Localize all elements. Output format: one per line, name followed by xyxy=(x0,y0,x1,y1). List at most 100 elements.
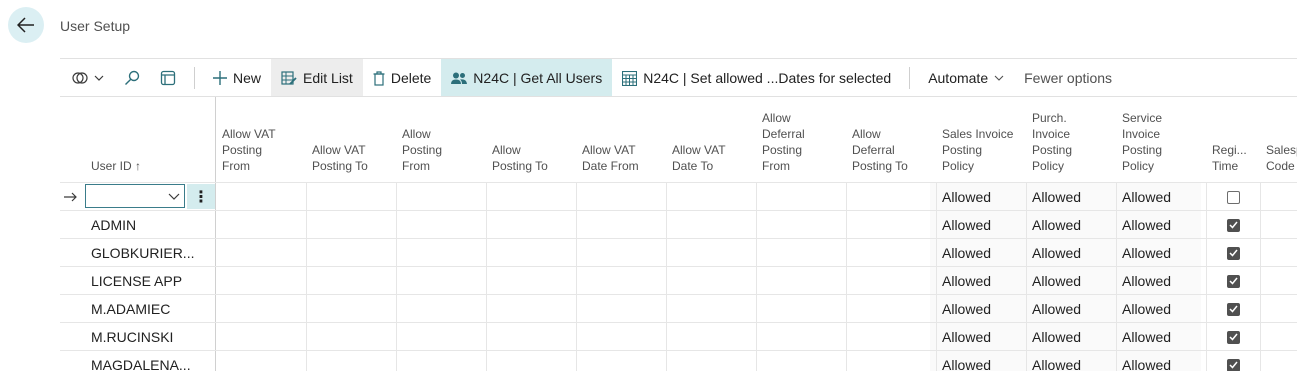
trash-icon xyxy=(373,70,385,86)
people-icon xyxy=(451,72,468,84)
grid-header: User ID ↑ Allow VAT Posting From Allow VAT… xyxy=(60,97,1297,182)
service-policy-cell[interactable]: Allowed xyxy=(1122,323,1171,351)
user-id-cell[interactable]: LICENSE APP xyxy=(91,267,211,295)
search-button[interactable] xyxy=(114,59,150,97)
header-allow-vat-date-to[interactable]: Allow VAT Date To xyxy=(672,142,726,174)
separator xyxy=(194,67,195,89)
fewer-options-button[interactable]: Fewer options xyxy=(1014,59,1122,97)
user-id-cell[interactable]: M.ADAMIEC xyxy=(91,295,211,323)
chevron-down-icon xyxy=(168,193,180,200)
plus-icon xyxy=(213,71,227,85)
table-row[interactable]: M.ADAMIEC Allowed Allowed Allowed xyxy=(60,294,1297,323)
sales-policy-cell[interactable]: Allowed xyxy=(942,183,991,211)
table-row[interactable]: GLOBKURIER... Allowed Allowed Allowed xyxy=(60,238,1297,267)
header-salesperson-code[interactable]: SalespCode xyxy=(1266,142,1297,174)
chevron-down-icon xyxy=(94,75,104,81)
table-row[interactable]: ⋮ Allowed Allowed Allowed xyxy=(60,182,1297,211)
new-label: New xyxy=(233,70,262,86)
register-time-checkbox[interactable] xyxy=(1227,295,1240,323)
calendar-icon xyxy=(622,70,638,86)
row-indicator-arrow-icon xyxy=(64,183,84,211)
separator xyxy=(909,67,911,89)
arrow-left-icon xyxy=(17,17,34,33)
filter-pane-icon xyxy=(160,70,176,86)
purch-policy-cell[interactable]: Allowed xyxy=(1032,351,1081,371)
table-row[interactable]: MAGDALENA... Allowed Allowed Allowed xyxy=(60,350,1297,371)
automate-menu[interactable]: Automate xyxy=(918,59,1014,97)
page-title: User Setup xyxy=(60,18,131,34)
header-allow-deferral-posting-to[interactable]: Allow Deferral Posting To xyxy=(852,126,908,174)
header-allow-deferral-posting-from[interactable]: Allow Deferral Posting From xyxy=(762,110,805,174)
edit-list-button[interactable]: Edit List xyxy=(271,59,363,97)
user-setup-grid: User ID ↑ Allow VAT Posting From Allow VAT… xyxy=(60,96,1297,371)
sales-policy-cell[interactable]: Allowed xyxy=(942,295,991,323)
register-time-checkbox[interactable] xyxy=(1227,323,1240,351)
new-button[interactable]: New xyxy=(203,59,271,97)
delete-button[interactable]: Delete xyxy=(363,59,441,97)
table-row[interactable]: LICENSE APP Allowed Allowed Allowed xyxy=(60,266,1297,295)
service-policy-cell[interactable]: Allowed xyxy=(1122,211,1171,239)
header-user-id[interactable]: User ID ↑ xyxy=(91,158,141,174)
service-policy-cell[interactable]: Allowed xyxy=(1122,239,1171,267)
user-id-cell[interactable]: ADMIN xyxy=(91,211,211,239)
sales-policy-cell[interactable]: Allowed xyxy=(942,351,991,371)
purch-policy-cell[interactable]: Allowed xyxy=(1032,183,1081,211)
register-time-checkbox[interactable] xyxy=(1227,267,1240,295)
header-sales-invoice-posting-policy[interactable]: Sales Invoice Posting Policy xyxy=(942,126,1013,174)
checkmark-icon xyxy=(1229,221,1238,229)
service-policy-cell[interactable]: Allowed xyxy=(1122,267,1171,295)
action-bar: New Edit List Delete N24C | Get All User… xyxy=(60,58,1297,97)
register-time-checkbox[interactable] xyxy=(1227,211,1240,239)
header-register-time[interactable]: Regi... Time xyxy=(1212,142,1247,174)
header-allow-posting-from[interactable]: Allow Posting From xyxy=(402,126,442,174)
chevron-down-icon xyxy=(994,75,1004,81)
checkmark-icon xyxy=(1229,305,1238,313)
checkmark-icon xyxy=(1229,249,1238,257)
purch-policy-cell[interactable]: Allowed xyxy=(1032,295,1081,323)
register-time-checkbox[interactable] xyxy=(1227,351,1240,371)
edit-list-icon xyxy=(281,70,297,85)
checkmark-icon xyxy=(1229,361,1238,369)
views-button[interactable] xyxy=(60,59,114,97)
user-id-input[interactable] xyxy=(85,184,185,208)
header-allow-posting-to[interactable]: Allow Posting To xyxy=(492,142,548,174)
header-service-invoice-posting-policy[interactable]: Service Invoice Posting Policy xyxy=(1122,110,1162,174)
set-allowed-dates-label: N24C | Set allowed ...Dates for selected xyxy=(643,70,892,86)
search-icon xyxy=(125,70,140,85)
user-id-cell[interactable]: GLOBKURIER... xyxy=(91,239,211,267)
sales-policy-cell[interactable]: Allowed xyxy=(942,323,991,351)
purch-policy-cell[interactable]: Allowed xyxy=(1032,211,1081,239)
get-all-users-label: N24C | Get All Users xyxy=(473,70,603,86)
purch-policy-cell[interactable]: Allowed xyxy=(1032,267,1081,295)
header-allow-vat-date-from[interactable]: Allow VAT Date From xyxy=(582,142,639,174)
fewer-options-label: Fewer options xyxy=(1024,70,1113,86)
register-time-checkbox[interactable] xyxy=(1227,239,1240,267)
checkmark-icon xyxy=(1229,333,1238,341)
purch-policy-cell[interactable]: Allowed xyxy=(1032,323,1081,351)
header-purch-invoice-posting-policy[interactable]: Purch. Invoice Posting Policy xyxy=(1032,110,1072,174)
header-allow-vat-posting-to[interactable]: Allow VAT Posting To xyxy=(312,142,368,174)
sales-policy-cell[interactable]: Allowed xyxy=(942,211,991,239)
delete-label: Delete xyxy=(390,70,432,86)
edit-list-label: Edit List xyxy=(303,70,353,86)
back-button[interactable] xyxy=(8,7,44,43)
header-allow-vat-posting-from[interactable]: Allow VAT Posting From xyxy=(222,126,276,174)
table-row[interactable]: ADMIN Allowed Allowed Allowed xyxy=(60,210,1297,239)
service-policy-cell[interactable]: Allowed xyxy=(1122,183,1171,211)
table-row[interactable]: M.RUCINSKI Allowed Allowed Allowed xyxy=(60,322,1297,351)
checkmark-icon xyxy=(1229,277,1238,285)
automate-label: Automate xyxy=(928,70,989,86)
service-policy-cell[interactable]: Allowed xyxy=(1122,295,1171,323)
service-policy-cell[interactable]: Allowed xyxy=(1122,351,1171,371)
set-allowed-dates-button[interactable]: N24C | Set allowed ...Dates for selected xyxy=(612,59,901,97)
register-time-checkbox[interactable] xyxy=(1227,183,1240,211)
filter-pane-button[interactable] xyxy=(150,59,186,97)
sales-policy-cell[interactable]: Allowed xyxy=(942,239,991,267)
row-actions-button[interactable]: ⋮ xyxy=(187,184,215,209)
user-id-cell[interactable]: M.RUCINSKI xyxy=(91,323,211,351)
views-icon xyxy=(72,72,88,84)
purch-policy-cell[interactable]: Allowed xyxy=(1032,239,1081,267)
user-id-cell[interactable]: MAGDALENA... xyxy=(91,351,211,371)
get-all-users-button[interactable]: N24C | Get All Users xyxy=(441,59,613,97)
sales-policy-cell[interactable]: Allowed xyxy=(942,267,991,295)
